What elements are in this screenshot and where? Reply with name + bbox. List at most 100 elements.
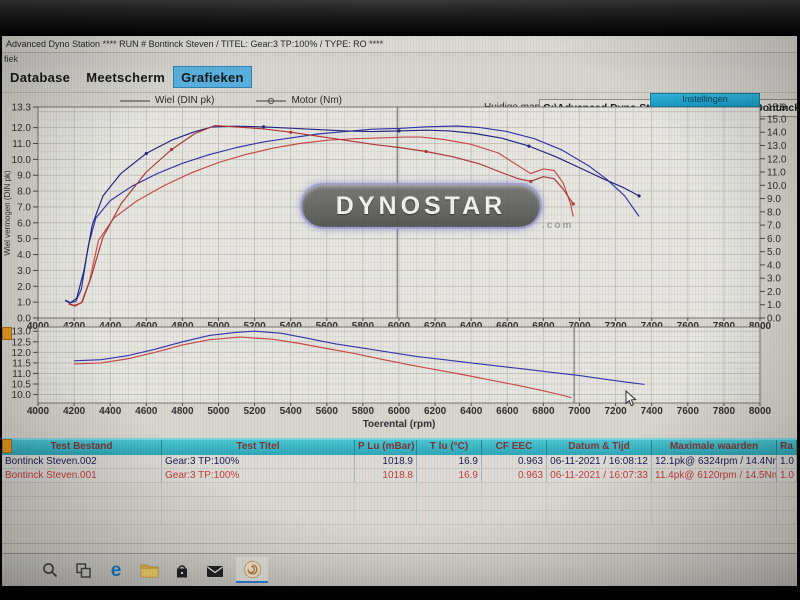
search-icon (41, 561, 59, 579)
table-cell: 1018.9 (355, 455, 417, 468)
x-tick-label: 7800 (713, 406, 736, 417)
window-title: Advanced Dyno Station **** RUN # Bontinc… (6, 39, 383, 49)
table-header-cell[interactable]: Test Titel (162, 440, 355, 455)
table-empty-cell (652, 511, 777, 524)
x-tick-label: 4800 (171, 406, 194, 417)
table-cell: Bontinck Steven.001 (2, 469, 162, 482)
menu-item-database[interactable]: Database (2, 66, 78, 88)
table-header-cell[interactable]: Maximale waarden (652, 440, 777, 455)
table-empty-cell (777, 511, 797, 524)
table-header-cell[interactable]: T lu (°C) (417, 440, 482, 455)
bottom-axis-tick-label: 13.0 (12, 327, 32, 338)
table-empty-cell (162, 483, 355, 496)
secondary-title-text: fiek (4, 54, 18, 64)
monitor-bezel-top (0, 0, 800, 36)
table-empty-cell (355, 511, 417, 524)
left-axis-tick-label: 11.0 (12, 139, 31, 150)
right-axis-tick-label: 7.0 (767, 221, 781, 232)
x-tick-label: 6800 (532, 406, 555, 417)
x-tick-label: 5400 (280, 406, 303, 417)
table-cell: 0.963 (482, 469, 547, 482)
right-axis-tick-label: 15.0 (767, 114, 787, 125)
x-tick-label: 4400 (99, 406, 122, 417)
table-empty-cell (482, 497, 547, 510)
table-empty-row (2, 497, 797, 511)
x-tick-label: 6600 (496, 406, 519, 417)
table-empty-cell (355, 497, 417, 510)
table-row[interactable]: Bontinck Steven.002Gear:3 TP:100%1018.91… (2, 455, 797, 469)
x-tick-label: 4200 (63, 406, 86, 417)
x-tick-label: 5200 (243, 406, 266, 417)
table-empty-cell (2, 511, 162, 524)
dynostar-app-icon (243, 560, 262, 579)
left-axis-title: Wiel vermogen (DIN pk) (3, 170, 12, 256)
table-cell: 06-11-2021 / 16:07:33 (547, 469, 652, 482)
table-empty-cell (652, 497, 777, 510)
x-tick-label: 6000 (388, 406, 411, 417)
x-tick-label: 7600 (677, 406, 700, 417)
left-axis-tick-label: 13.3 (12, 103, 32, 114)
x-tick-label: 4600 (135, 406, 158, 417)
table-empty-cell (777, 483, 797, 496)
taskbar-button-edge[interactable]: e (104, 557, 128, 583)
left-axis-tick-label: 3.0 (17, 266, 31, 277)
table-empty-cell (777, 497, 797, 510)
right-axis-tick-label: 6.0 (767, 234, 781, 245)
monitor-bezel-bottom (0, 586, 800, 600)
left-axis-tick-label: 4.0 (17, 250, 31, 261)
table-empty-cell (162, 497, 355, 510)
bottom-axis-tick-label: 10.0 (12, 390, 32, 401)
menu-item-meetscherm[interactable]: Meetscherm (78, 66, 173, 88)
x-tick-label: 6200 (424, 406, 447, 417)
table-cell: 0.963 (482, 455, 547, 468)
task-view-icon (75, 562, 92, 579)
taskbar-button-task-view[interactable] (71, 557, 95, 583)
settings-button[interactable]: Instellingen (650, 93, 760, 107)
monitor-photo: Advanced Dyno Station **** RUN # Bontinc… (0, 0, 800, 600)
table-header-cell[interactable]: Test Bestand (2, 440, 162, 455)
bottom-axis-tick-label: 12.0 (12, 348, 32, 359)
taskbar-button-search[interactable] (38, 557, 62, 583)
right-axis-tick-label: 15.9 (767, 103, 787, 114)
taskbar-button-store[interactable] (170, 557, 194, 583)
table-empty-cell (417, 511, 482, 524)
table-cell: Gear:3 TP:100% (162, 469, 355, 482)
store-icon (174, 562, 190, 579)
x-tick-label: 6400 (460, 406, 483, 417)
left-axis-tick-label: 5.0 (17, 234, 31, 245)
legend-item-motor: Motor (Nm) (256, 94, 342, 107)
x-tick-label: 7000 (568, 406, 591, 417)
table-empty-row (2, 483, 797, 497)
bottom-axis-tick-label: 11.0 (12, 369, 31, 380)
table-header-cell[interactable]: CF EEC (482, 440, 547, 455)
menu-item-grafieken[interactable]: Grafieken (173, 66, 252, 88)
table-header-cell[interactable]: Ra (777, 440, 797, 455)
table-marker-tab[interactable] (2, 439, 12, 453)
desktop-screen: Advanced Dyno Station **** RUN # Bontinc… (2, 36, 797, 586)
taskbar-button-dynostar[interactable] (236, 557, 268, 583)
table-row[interactable]: Bontinck Steven.001Gear:3 TP:100%1018.81… (2, 469, 797, 483)
bottom-axis-tick-label: 11.5 (12, 358, 31, 369)
table-empty-cell (417, 497, 482, 510)
dynostar-logo-suffix: .com (542, 220, 573, 231)
taskbar-button-mail[interactable] (203, 557, 227, 583)
mouse-cursor (624, 390, 638, 408)
x-tick-label: 5000 (207, 406, 230, 417)
legend-item-wiel: Wiel (DIN pk) (120, 94, 214, 107)
chart-legend: Wiel (DIN pk) Motor (Nm) (120, 94, 342, 107)
right-axis-tick-label: 9.0 (767, 194, 781, 205)
right-axis-tick-label: 8.0 (767, 207, 781, 218)
table-header-cell[interactable]: P Lu (mBar) (355, 440, 417, 455)
table-empty-cell (547, 511, 652, 524)
left-axis-tick-label: 7.0 (17, 202, 31, 213)
table-header-row: Test BestandTest TitelP Lu (mBar)T lu (°… (2, 438, 797, 455)
table-header-cell[interactable]: Datum & Tijd (547, 440, 652, 455)
right-axis-tick-label: 5.0 (767, 247, 781, 258)
window-titlebar: Advanced Dyno Station **** RUN # Bontinc… (2, 37, 797, 53)
legend-circle-line-icon (256, 97, 286, 105)
mail-icon (206, 563, 224, 578)
chart-marker-tab[interactable] (2, 327, 12, 340)
taskbar-button-file-explorer[interactable] (137, 557, 161, 583)
table-cell: 16.9 (417, 469, 482, 482)
table-empty-cell (652, 483, 777, 496)
